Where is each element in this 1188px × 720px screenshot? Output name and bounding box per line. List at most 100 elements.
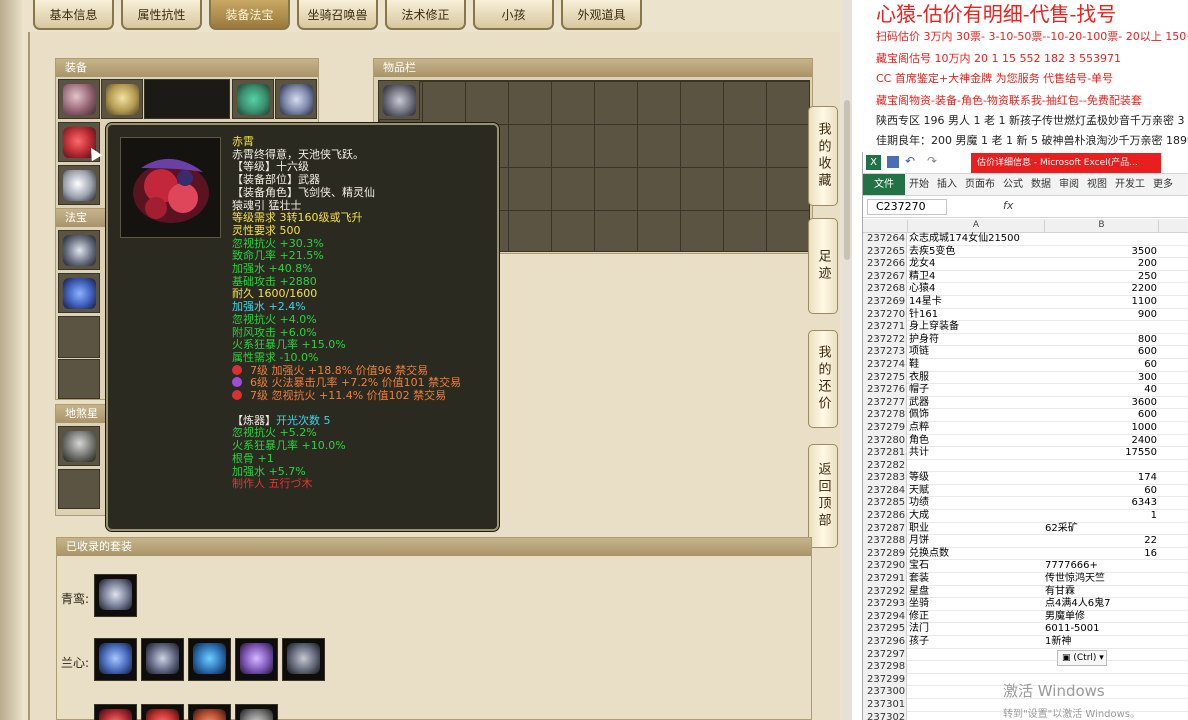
cell-b[interactable]: 2200 <box>1045 283 1159 296</box>
row-number[interactable]: 237264 <box>863 233 907 246</box>
row-number[interactable]: 237274 <box>863 358 907 372</box>
row-number[interactable]: 237277 <box>863 396 907 410</box>
side-button-0[interactable]: 我的收藏 <box>808 106 838 206</box>
set-item-row3-2[interactable] <box>141 704 184 720</box>
ribbon-tab-9[interactable]: 更多 <box>1149 174 1177 195</box>
fabao-slot-1[interactable] <box>58 230 100 270</box>
cell-b[interactable]: 1100 <box>1045 296 1159 309</box>
cell-b[interactable]: 1000 <box>1045 422 1159 435</box>
set-item-lanxin-4[interactable] <box>235 638 278 681</box>
sheet-row[interactable]: 237268 心猿4 2200 <box>863 283 1188 296</box>
tab-0[interactable]: 基本信息 <box>33 0 114 30</box>
row-number[interactable]: 237273 <box>863 346 907 359</box>
cell-a[interactable]: 法门 <box>909 623 1045 636</box>
cell-b[interactable]: 3600 <box>1045 397 1159 410</box>
row-number[interactable]: 237270 <box>863 308 907 322</box>
side-button-2[interactable]: 我的还价 <box>808 330 838 428</box>
row-number[interactable]: 237266 <box>863 258 907 271</box>
fabao-slot-2[interactable] <box>58 273 100 313</box>
cell-a[interactable]: 职业 <box>909 523 1045 536</box>
row-number[interactable]: 237283 <box>863 472 907 485</box>
cell-a[interactable]: 共计 <box>909 447 1045 460</box>
ribbon-tab-1[interactable]: 开始 <box>905 174 933 195</box>
cell-b[interactable]: 点4满4人6鬼7 <box>1045 598 1159 611</box>
sheet-row[interactable]: 237292 星盘 有甘霖 <box>863 585 1188 599</box>
cell-b[interactable]: 22 <box>1045 535 1159 548</box>
sheet-row[interactable]: 237297 <box>863 648 1188 662</box>
column-a-header[interactable]: A <box>907 220 1045 233</box>
cell-b[interactable]: 900 <box>1045 309 1159 322</box>
cell-b[interactable]: 16 <box>1045 548 1159 561</box>
cell-a[interactable]: 项链 <box>909 346 1045 359</box>
cell-a[interactable]: 角色 <box>909 435 1045 448</box>
sheet-row[interactable]: 237279 点粹 1000 <box>863 421 1188 435</box>
cell-a[interactable]: 孩子 <box>909 636 1045 649</box>
cell-a[interactable]: 针161 <box>909 309 1045 322</box>
column-b-header[interactable]: B <box>1045 220 1159 233</box>
undo-icon[interactable]: ↶ <box>905 154 915 168</box>
cell-b[interactable]: 男魔单修 <box>1045 611 1159 624</box>
row-number[interactable]: 237287 <box>863 522 907 536</box>
row-number[interactable]: 237295 <box>863 623 907 636</box>
sheet-row[interactable]: 237291 套装 传世惊鸿天竺 <box>863 573 1188 586</box>
cell-a[interactable]: 心猿4 <box>909 283 1045 296</box>
row-number[interactable]: 237267 <box>863 270 907 284</box>
row-number[interactable]: 237291 <box>863 573 907 586</box>
cell-a[interactable]: 去疾5变色 <box>909 246 1045 259</box>
ribbon-tab-2[interactable]: 插入 <box>933 174 961 195</box>
cell-b[interactable]: 200 <box>1045 258 1159 271</box>
cell-a[interactable]: 星盘 <box>909 586 1045 599</box>
inventory-slot-boots[interactable] <box>378 80 420 120</box>
row-number[interactable]: 237302 <box>863 711 907 720</box>
row-number[interactable]: 237297 <box>863 648 907 662</box>
equip-slot-ring[interactable] <box>275 79 317 119</box>
sheet-row[interactable]: 237269 14星卡 1100 <box>863 295 1188 309</box>
cell-b[interactable]: 174 <box>1045 472 1159 485</box>
cell-a[interactable]: 佩饰 <box>909 409 1045 422</box>
cell-a[interactable]: 14星卡 <box>909 296 1045 309</box>
page-scrollbar-thumb[interactable] <box>844 100 850 260</box>
sheet-row[interactable]: 237295 法门 6011-5001 <box>863 623 1188 636</box>
row-number[interactable]: 237280 <box>863 434 907 448</box>
row-number[interactable]: 237284 <box>863 484 907 498</box>
row-number[interactable]: 237288 <box>863 535 907 548</box>
sheet-row[interactable]: 237267 精卫4 250 <box>863 270 1188 284</box>
sheet-row[interactable]: 237289 兑换点数 16 <box>863 547 1188 561</box>
cell-a[interactable]: 兑换点数 <box>909 548 1045 561</box>
cell-b[interactable]: 6011-5001 <box>1045 623 1159 636</box>
side-button-3[interactable]: 返回顶部 <box>808 444 838 548</box>
equip-slot-mask[interactable] <box>232 79 274 119</box>
equip-slot-empty[interactable] <box>144 79 230 119</box>
tab-2[interactable]: 装备法宝 <box>209 0 290 30</box>
set-item-qingluan-1[interactable] <box>94 574 137 617</box>
cell-b[interactable]: 62采矿 <box>1045 523 1159 536</box>
sheet-row[interactable]: 237296 孩子 1新神 <box>863 636 1188 649</box>
tab-5[interactable]: 小孩 <box>473 0 554 30</box>
ribbon-tab-5[interactable]: 数据 <box>1027 174 1055 195</box>
sheet-row[interactable]: 237273 项链 600 <box>863 346 1188 359</box>
row-number[interactable]: 237282 <box>863 459 907 473</box>
cell-a[interactable]: 众志成城174女仙21500 <box>909 233 1045 246</box>
row-number[interactable]: 237271 <box>863 321 907 334</box>
ribbon-tab-6[interactable]: 审阅 <box>1055 174 1083 195</box>
row-number[interactable]: 237276 <box>863 384 907 397</box>
sheet-row[interactable]: 237286 大成 1 <box>863 510 1188 523</box>
tab-4[interactable]: 法术修正 <box>385 0 466 30</box>
row-number[interactable]: 237265 <box>863 245 907 259</box>
cell-b[interactable]: 传世惊鸿天竺 <box>1045 573 1159 586</box>
cell-b[interactable]: 300 <box>1045 372 1159 385</box>
row-number[interactable]: 237293 <box>863 598 907 611</box>
name-box[interactable]: C237270 <box>867 199 947 215</box>
cell-b[interactable]: 6343 <box>1045 497 1159 510</box>
cell-a[interactable]: 大成 <box>909 510 1045 523</box>
set-item-lanxin-5[interactable] <box>282 638 325 681</box>
sheet-row[interactable]: 237274 鞋 60 <box>863 358 1188 372</box>
cell-b[interactable]: 有甘霖 <box>1045 586 1159 599</box>
cell-a[interactable]: 精卫4 <box>909 271 1045 284</box>
cell-b[interactable]: 600 <box>1045 409 1159 422</box>
sheet-row[interactable]: 237278 佩饰 600 <box>863 409 1188 422</box>
cell-a[interactable]: 天赋 <box>909 485 1045 498</box>
row-number[interactable]: 237298 <box>863 661 907 674</box>
row-number[interactable]: 237292 <box>863 585 907 599</box>
cell-b[interactable]: 1新神 <box>1045 636 1159 649</box>
